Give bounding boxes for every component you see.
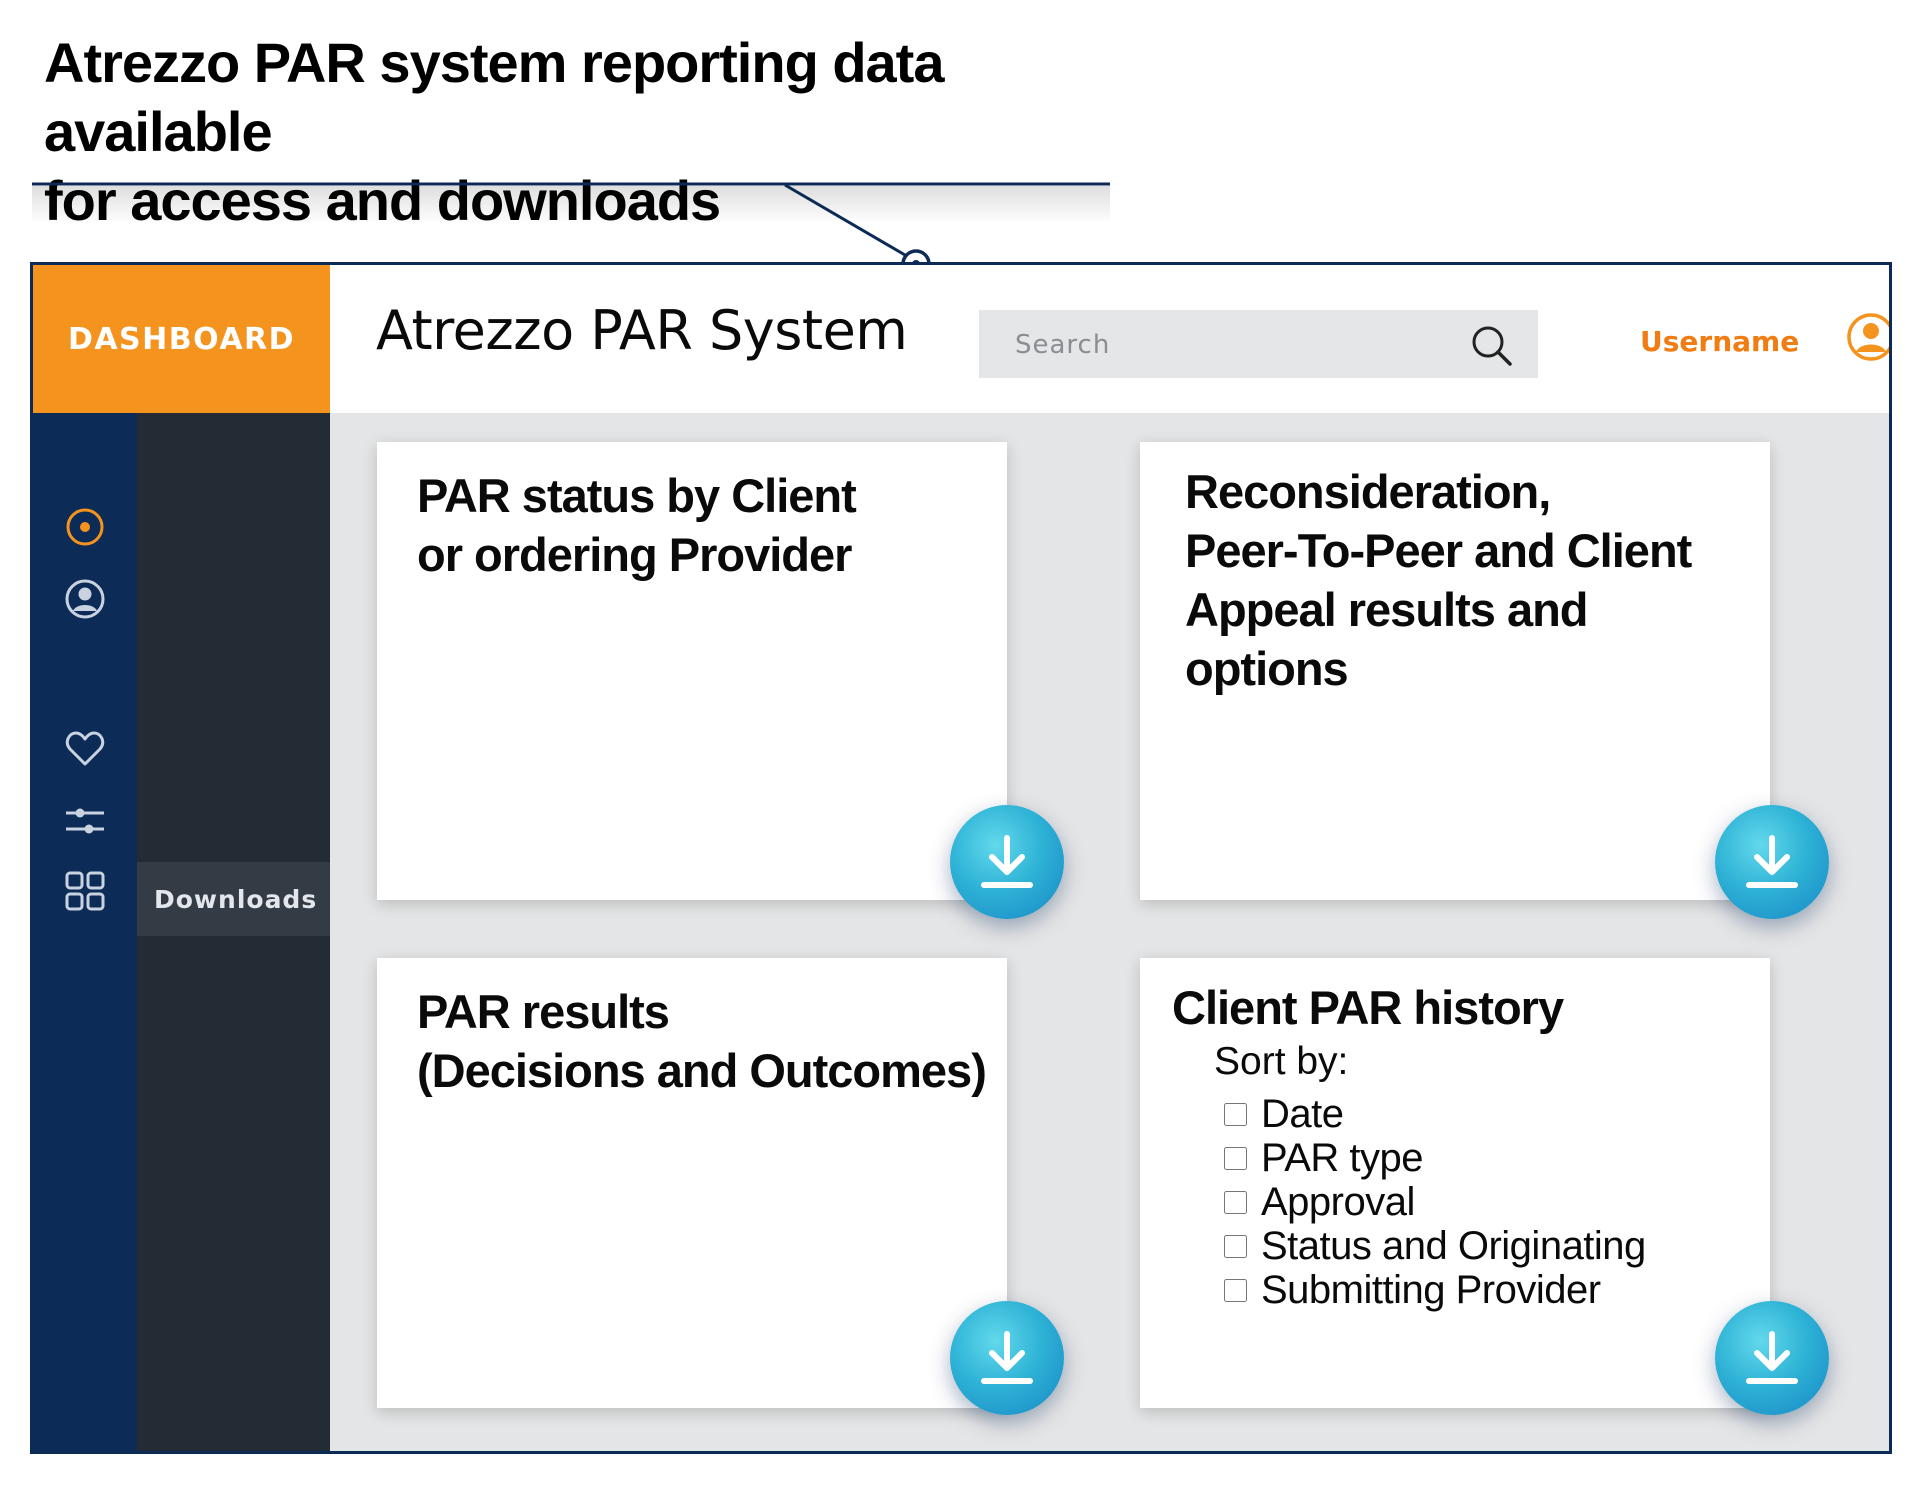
- sort-checkbox[interactable]: [1224, 1102, 1247, 1126]
- sort-checkbox[interactable]: [1224, 1146, 1247, 1170]
- app-title: Atrezzo PAR System: [376, 299, 908, 362]
- subnav-item-label: Downloads: [154, 884, 318, 914]
- sort-checkbox[interactable]: [1224, 1190, 1247, 1214]
- card-title-line: Client PAR history: [1172, 981, 1564, 1034]
- icon-rail: [33, 413, 137, 1451]
- dashboard-label: DASHBOARD: [67, 321, 296, 357]
- download-icon: [981, 835, 1033, 888]
- download-icon: [981, 1331, 1033, 1384]
- download-icon: [1746, 1331, 1798, 1384]
- search-box: [979, 310, 1538, 380]
- user-circle-icon[interactable]: [63, 577, 107, 626]
- search-input[interactable]: [979, 310, 1487, 380]
- card-title-line: Peer-To-Peer and Client: [1185, 524, 1692, 577]
- sort-checkbox[interactable]: [1224, 1278, 1247, 1302]
- sort-option-label: Submitting Provider: [1261, 1267, 1601, 1312]
- download-button[interactable]: [950, 1301, 1064, 1415]
- download-button[interactable]: [1715, 1301, 1829, 1415]
- card-title: Reconsideration, Peer-To-Peer and Client…: [1185, 462, 1692, 698]
- top-bar: Atrezzo PAR System Username: [330, 265, 1889, 413]
- card-title: Client PAR history: [1172, 978, 1564, 1037]
- card-title-line: (Decisions and Outcomes): [417, 1044, 987, 1097]
- report-card-par-status: PAR status by Client or ordering Provide…: [377, 442, 1007, 900]
- sort-by-label: Sort by:: [1214, 1040, 1349, 1083]
- report-card-client-history: Client PAR history Sort by: Date PAR typ…: [1140, 958, 1770, 1408]
- sort-option-label: PAR type: [1261, 1135, 1424, 1180]
- card-title-line: PAR results: [417, 985, 670, 1038]
- card-title-line: options: [1185, 642, 1349, 695]
- username-link[interactable]: Username: [1640, 325, 1799, 358]
- report-card-reconsideration: Reconsideration, Peer-To-Peer and Client…: [1140, 442, 1770, 900]
- card-title: PAR status by Client or ordering Provide…: [417, 466, 857, 584]
- subnav-item-downloads[interactable]: Downloads: [137, 862, 330, 936]
- callout-leader-line: [32, 182, 1110, 279]
- grid-icon[interactable]: [63, 869, 107, 918]
- sort-checkbox[interactable]: [1224, 1234, 1247, 1258]
- sub-navigation: Downloads: [137, 413, 330, 1451]
- sort-option-approval[interactable]: Approval: [1224, 1180, 1646, 1224]
- user-avatar-icon[interactable]: [1846, 312, 1889, 367]
- card-title: PAR results (Decisions and Outcomes): [417, 982, 987, 1100]
- page: Atrezzo PAR system reporting data availa…: [0, 0, 1920, 1500]
- sliders-icon[interactable]: [63, 799, 107, 848]
- card-title-line: PAR status by Client: [417, 469, 857, 522]
- sort-option-label: Status and Originating: [1261, 1223, 1646, 1268]
- card-title-line: Reconsideration,: [1185, 465, 1551, 518]
- sort-option-status-originating[interactable]: Status and Originating: [1224, 1224, 1646, 1268]
- sort-option-par-type[interactable]: PAR type: [1224, 1136, 1646, 1180]
- sort-option-submitting-provider[interactable]: Submitting Provider: [1224, 1268, 1646, 1312]
- card-title-line: or ordering Provider: [417, 528, 852, 581]
- app-window: DASHBOARD Atrezzo PAR System Username: [30, 262, 1892, 1454]
- report-card-par-results: PAR results (Decisions and Outcomes): [377, 958, 1007, 1408]
- sort-option-date[interactable]: Date: [1224, 1092, 1646, 1136]
- sort-option-label: Date: [1261, 1091, 1344, 1136]
- search-icon[interactable]: [1470, 324, 1514, 373]
- sort-option-label: Approval: [1261, 1179, 1415, 1224]
- dashboard-tab[interactable]: DASHBOARD: [33, 265, 330, 413]
- download-button[interactable]: [1715, 805, 1829, 919]
- download-button[interactable]: [950, 805, 1064, 919]
- download-icon: [1746, 835, 1798, 888]
- sort-options: Date PAR type Approval Status and Origin…: [1224, 1092, 1646, 1312]
- target-icon[interactable]: [63, 505, 107, 554]
- heart-icon[interactable]: [63, 727, 107, 776]
- card-title-line: Appeal results and: [1185, 583, 1589, 636]
